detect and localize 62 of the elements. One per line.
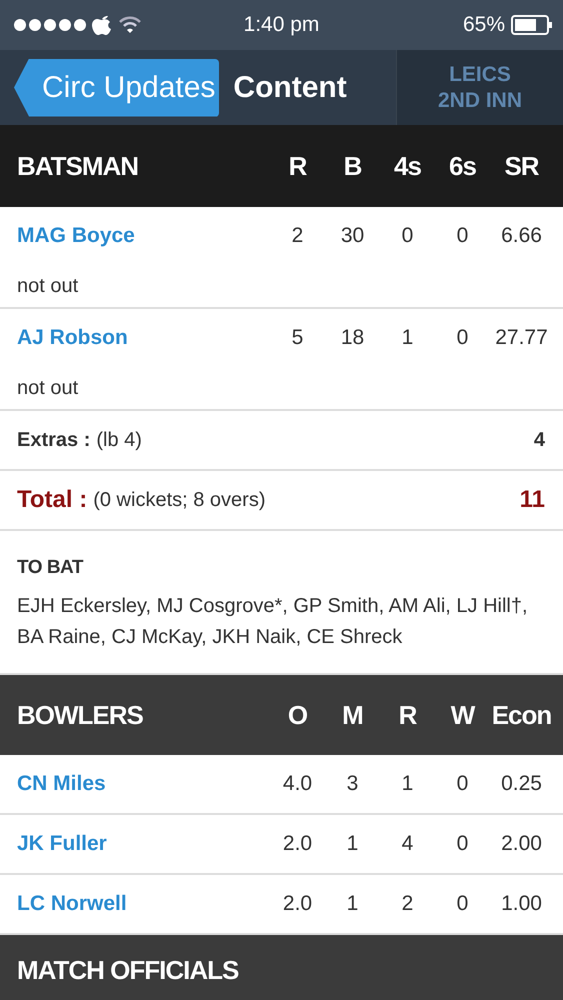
stat-value: 30	[340, 224, 366, 248]
column-heading: SR	[503, 150, 540, 182]
total-detail: (0 wickets; 8 overs)	[93, 488, 266, 512]
section-title: MATCH OFFICIALS	[17, 954, 238, 986]
screen-title: Content	[233, 70, 347, 104]
stat-value: 2	[290, 224, 304, 248]
stat-value: 6.66	[500, 224, 543, 248]
column-heading: Econ	[490, 700, 552, 730]
stat-value: 4	[400, 832, 414, 856]
stat-value: 1	[346, 832, 360, 856]
stat-value: 0	[400, 224, 414, 248]
to-bat-list: EJH Eckersley, MJ Cosgrove*, GP Smith, AM Ali, LJ Hill†, BA Raine, CJ McKay, JKH Naik, CE Shreck	[17, 591, 546, 653]
column-heading: M	[341, 700, 364, 730]
player-link[interactable]: CN Miles	[17, 772, 270, 796]
dismissal-text: not out	[17, 274, 78, 298]
total-value: 11	[520, 486, 545, 514]
clock-time: 1:40 pm	[244, 13, 320, 36]
battery-icon	[511, 15, 553, 35]
player-link[interactable]: LC Norwell	[17, 892, 270, 916]
stat-value: 1	[346, 892, 360, 916]
stat-value: 1	[400, 772, 414, 796]
battery-percent: 65%	[462, 13, 505, 37]
column-heading: R	[288, 150, 308, 182]
total-label: Total :	[17, 486, 88, 514]
wifi-icon	[118, 15, 142, 35]
stat-value: 0.25	[500, 772, 543, 796]
to-bat-heading: TO BAT	[17, 557, 84, 579]
innings-tab[interactable]: LEICS 2ND INN	[396, 50, 563, 125]
back-button[interactable]: Circ Updates	[14, 58, 220, 116]
stat-value: 0	[456, 832, 470, 856]
stat-value: 1.00	[500, 892, 543, 916]
stat-value: 5	[290, 326, 304, 350]
apple-icon	[92, 13, 112, 37]
stat-value: 2	[400, 892, 414, 916]
stat-value: 27.77	[494, 326, 549, 350]
dismissal-text: not out	[17, 376, 78, 400]
stat-value: 2.0	[282, 892, 314, 916]
stat-value: 4.0	[282, 772, 314, 796]
player-link[interactable]: JK Fuller	[17, 832, 270, 856]
stat-value: 2.00	[500, 832, 543, 856]
column-heading: W	[450, 700, 476, 730]
column-heading: 6s	[448, 150, 477, 182]
column-heading: O	[286, 700, 308, 730]
stat-value: 0	[456, 892, 470, 916]
extras-label: Extras :	[17, 428, 90, 452]
stat-value: 0	[456, 772, 470, 796]
column-heading: 4s	[393, 150, 422, 182]
player-link[interactable]: AJ Robson	[17, 326, 270, 350]
stat-value: 0	[456, 326, 470, 350]
extras-value: 4	[534, 428, 545, 452]
stat-value: 3	[346, 772, 360, 796]
stat-value: 0	[456, 224, 470, 248]
stat-value: 18	[340, 326, 366, 350]
column-heading: R	[398, 700, 418, 730]
section-title: BATSMAN	[17, 150, 140, 182]
section-title: BOWLERS	[17, 700, 144, 730]
stat-value: 2.0	[282, 832, 314, 856]
signal-icon	[14, 19, 86, 31]
player-link[interactable]: MAG Boyce	[17, 224, 270, 248]
column-heading: B	[342, 150, 362, 182]
stat-value: 1	[400, 326, 414, 350]
extras-detail: (lb 4)	[96, 428, 142, 452]
